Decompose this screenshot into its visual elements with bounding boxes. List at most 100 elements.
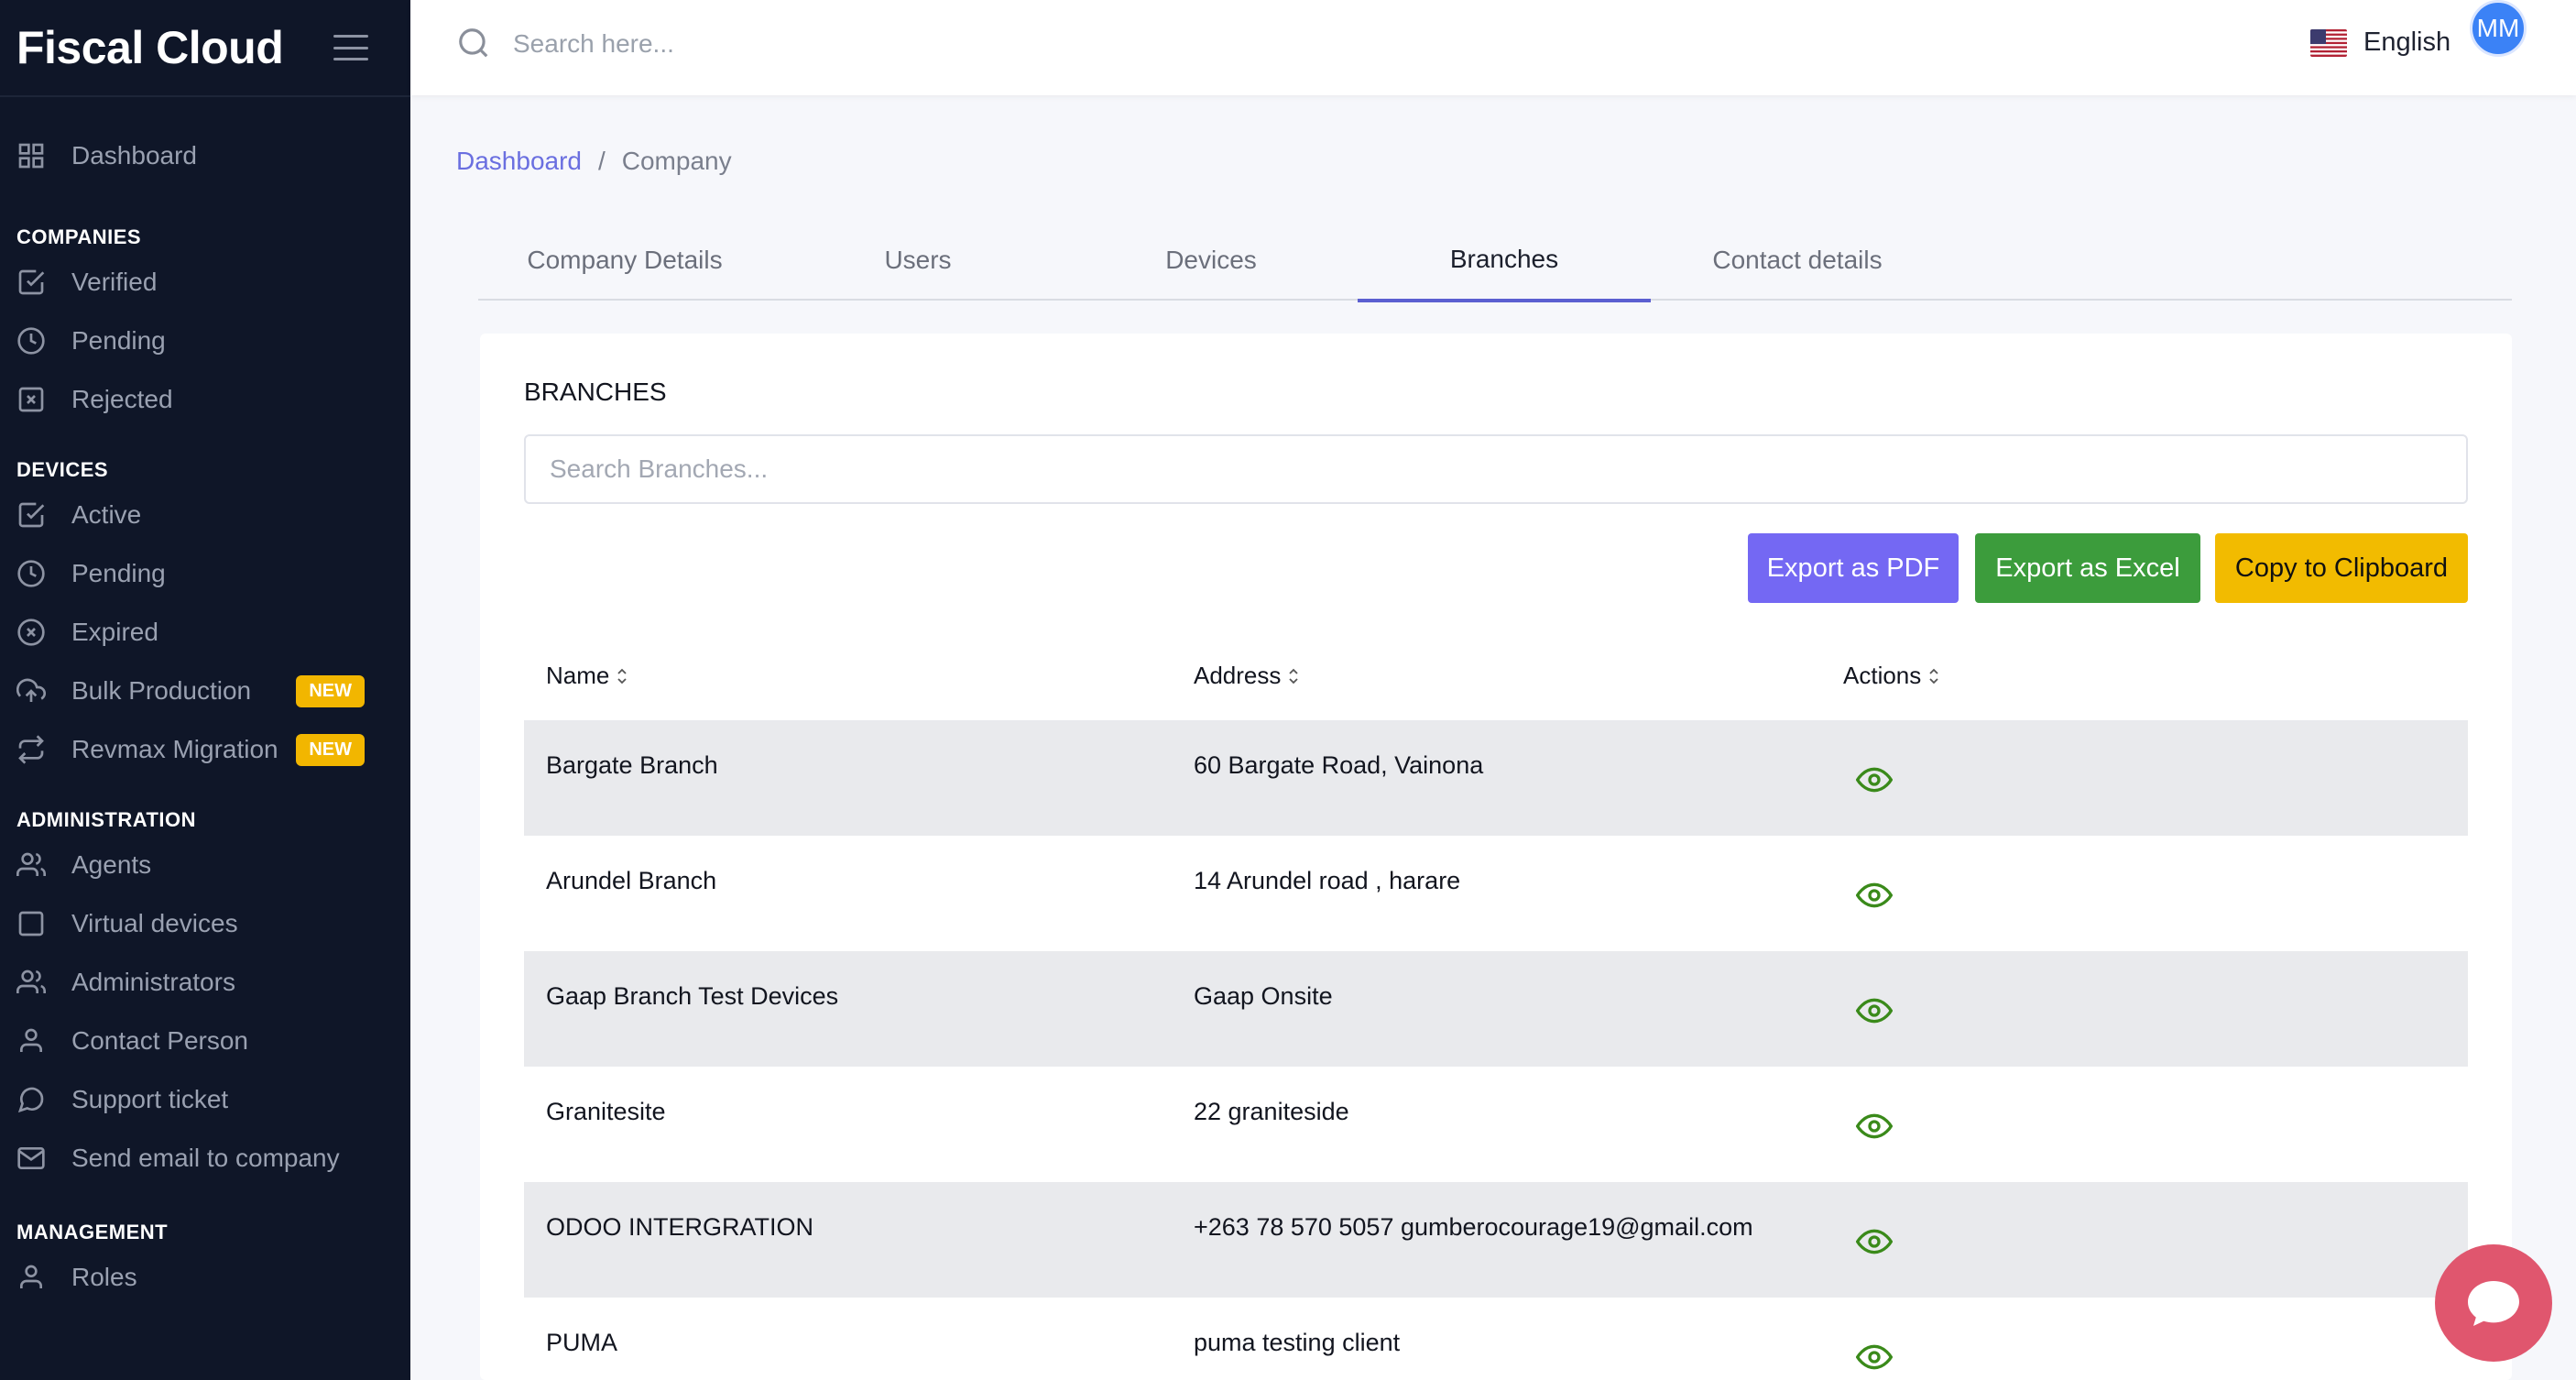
view-eye-icon[interactable]	[1856, 1228, 1893, 1255]
sidebar-item-label: Contact Person	[71, 1026, 248, 1055]
cell-address: puma testing client	[1194, 1329, 1401, 1356]
sidebar-item-roles[interactable]: Roles	[0, 1248, 410, 1307]
topbar: English MM	[410, 0, 2576, 95]
sidebar-item-bulk-production[interactable]: Bulk Production NEW	[0, 662, 410, 720]
column-header-actions[interactable]: Actions	[1843, 662, 1939, 690]
branches-card: BRANCHES Export as PDF Export as Excel C…	[480, 334, 2512, 1380]
repeat-icon	[16, 735, 46, 764]
tab-users[interactable]: Users	[771, 220, 1064, 301]
column-header-label: Name	[546, 662, 610, 689]
clock-icon	[16, 326, 46, 356]
sidebar-item-label: Active	[71, 500, 142, 529]
cell-name: Bargate Branch	[546, 751, 718, 779]
language-selector[interactable]: English	[2310, 27, 2450, 58]
sidebar-item-label: Rejected	[71, 385, 173, 413]
sidebar-item-virtual-devices[interactable]: Virtual devices	[0, 894, 410, 953]
tab-contact-details[interactable]: Contact details	[1651, 220, 1944, 301]
cell-name: ODOO INTERGRATION	[546, 1213, 814, 1241]
cell-name: Arundel Branch	[546, 867, 717, 894]
cell-address: 60 Bargate Road, Vainona	[1194, 751, 1484, 779]
column-header-address[interactable]: Address	[1194, 662, 1299, 690]
brand-header: Fiscal Cloud	[0, 0, 410, 97]
table-row: Granitesite 22 graniteside	[524, 1067, 2468, 1182]
sidebar-item-label: Revmax Migration	[71, 735, 278, 763]
sidebar-item-revmax-migration[interactable]: Revmax Migration NEW	[0, 720, 410, 779]
tab-bar: Company Details Users Devices Branches C…	[478, 220, 2512, 302]
sidebar-item-label: Pending	[71, 326, 166, 355]
table-row: Arundel Branch 14 Arundel road , harare	[524, 836, 2468, 951]
view-eye-icon[interactable]	[1856, 766, 1893, 794]
sort-icon	[617, 666, 628, 686]
us-flag-icon	[2310, 28, 2347, 57]
table-row: Bargate Branch 60 Bargate Road, Vainona	[524, 720, 2468, 836]
cell-name: Granitesite	[546, 1098, 666, 1125]
sidebar-item-label: Support ticket	[71, 1085, 229, 1113]
chat-button[interactable]	[2435, 1244, 2552, 1362]
section-administration: ADMINISTRATION	[16, 808, 197, 831]
sidebar-item-verified[interactable]: Verified	[0, 253, 410, 312]
language-label: English	[2363, 27, 2451, 57]
sidebar-item-dashboard[interactable]: Dashboard	[0, 126, 410, 185]
cell-address: 22 graniteside	[1194, 1098, 1349, 1125]
sidebar-item-support-ticket[interactable]: Support ticket	[0, 1070, 410, 1129]
sidebar-item-active[interactable]: Active	[0, 486, 410, 544]
breadcrumb-separator: /	[597, 147, 606, 175]
hamburger-menu-icon[interactable]	[333, 35, 368, 60]
column-header-label: Actions	[1843, 662, 1922, 689]
sidebar-item-label: Virtual devices	[71, 909, 238, 937]
card-title: BRANCHES	[524, 378, 667, 406]
clock-icon	[16, 559, 46, 588]
sidebar-item-label: Bulk Production	[71, 676, 252, 705]
cloud-upload-icon	[16, 676, 46, 706]
sidebar-item-rejected[interactable]: Rejected	[0, 370, 410, 429]
sidebar: Fiscal Cloud Dashboard COMPANIES Verifie…	[0, 0, 410, 1380]
search-input[interactable]	[513, 22, 1246, 66]
view-eye-icon[interactable]	[1856, 1112, 1893, 1140]
sidebar-item-label: Pending	[71, 559, 166, 587]
column-header-name[interactable]: Name	[546, 662, 628, 690]
sidebar-item-devices-pending[interactable]: Pending	[0, 544, 410, 603]
chat-bubble-icon	[2468, 1281, 2519, 1326]
check-square-icon	[16, 500, 46, 530]
sidebar-item-expired[interactable]: Expired	[0, 603, 410, 662]
users-icon	[16, 850, 46, 880]
avatar[interactable]: MM	[2470, 0, 2527, 57]
sidebar-item-contact-person[interactable]: Contact Person	[0, 1012, 410, 1070]
x-circle-icon	[16, 618, 46, 647]
mail-icon	[16, 1144, 46, 1173]
sidebar-item-agents[interactable]: Agents	[0, 836, 410, 894]
sidebar-item-administrators[interactable]: Administrators	[0, 953, 410, 1012]
users-icon	[16, 968, 46, 997]
sort-icon	[1928, 666, 1939, 686]
tab-branches[interactable]: Branches	[1358, 220, 1651, 302]
x-square-icon	[16, 385, 46, 414]
new-badge: NEW	[296, 674, 365, 707]
sidebar-item-companies-pending[interactable]: Pending	[0, 312, 410, 370]
tab-company-details[interactable]: Company Details	[478, 220, 771, 301]
tab-devices[interactable]: Devices	[1064, 220, 1358, 301]
sidebar-item-label: Dashboard	[71, 141, 197, 170]
view-eye-icon[interactable]	[1856, 997, 1893, 1024]
brand-name: Fiscal Cloud	[16, 22, 284, 73]
cell-address: +263 78 570 5057 gumberocourage19@gmail.…	[1194, 1213, 1753, 1241]
export-excel-button[interactable]: Export as Excel	[1975, 533, 2200, 603]
grid-icon	[16, 141, 46, 170]
sidebar-item-label: Verified	[71, 268, 158, 296]
table-row: ODOO INTERGRATION +263 78 570 5057 gumbe…	[524, 1182, 2468, 1298]
user-icon	[16, 1026, 46, 1056]
view-eye-icon[interactable]	[1856, 1343, 1893, 1371]
branch-search-input[interactable]	[524, 434, 2468, 504]
copy-clipboard-button[interactable]: Copy to Clipboard	[2215, 533, 2468, 603]
view-eye-icon[interactable]	[1856, 882, 1893, 909]
sidebar-item-send-email[interactable]: Send email to company	[0, 1129, 410, 1188]
export-pdf-button[interactable]: Export as PDF	[1748, 533, 1959, 603]
sort-icon	[1288, 666, 1299, 686]
sidebar-item-label: Expired	[71, 618, 158, 646]
breadcrumb-dashboard-link[interactable]: Dashboard	[456, 147, 582, 176]
square-icon	[16, 909, 46, 938]
sidebar-item-label: Administrators	[71, 968, 235, 996]
section-management: MANAGEMENT	[16, 1221, 169, 1243]
cell-address: Gaap Onsite	[1194, 982, 1333, 1010]
section-devices: DEVICES	[16, 458, 109, 481]
column-header-label: Address	[1194, 662, 1282, 689]
